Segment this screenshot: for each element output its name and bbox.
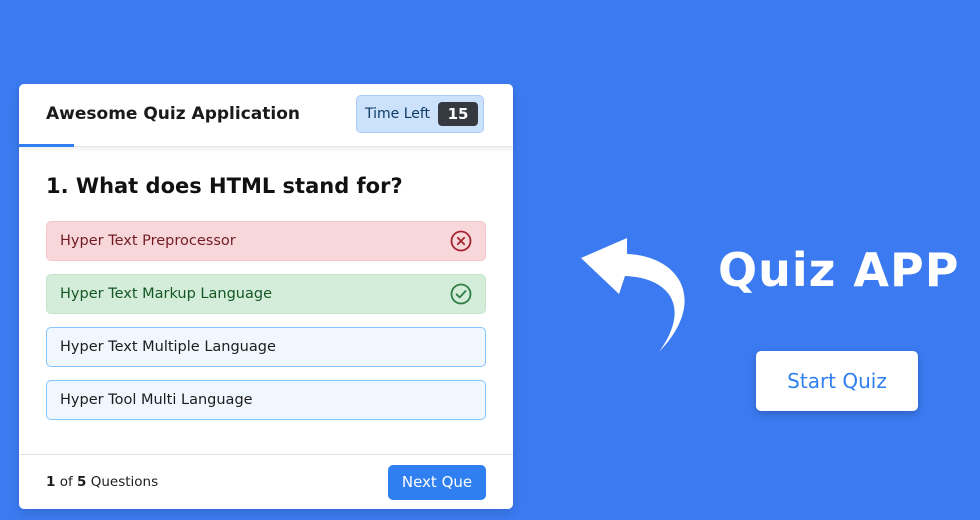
option[interactable]: Hyper Tool Multi Language	[46, 380, 486, 420]
option-label: Hyper Tool Multi Language	[60, 392, 253, 408]
option-correct[interactable]: Hyper Text Markup Language	[46, 274, 486, 314]
next-question-button[interactable]: Next Que	[388, 465, 486, 500]
timer: Time Left 15	[356, 95, 484, 133]
quiz-footer: 1 of 5 Questions Next Que	[19, 454, 513, 510]
app-title: Awesome Quiz Application	[46, 104, 300, 124]
total-question-count: 5	[77, 474, 87, 490]
timer-seconds: 15	[438, 102, 478, 126]
counter-suffix: Questions	[90, 474, 159, 490]
cross-icon	[450, 230, 472, 252]
timer-label: Time Left	[365, 106, 431, 122]
question-counter: 1 of 5 Questions	[46, 474, 158, 490]
curved-arrow-icon	[581, 238, 685, 352]
question-text: 1. What does HTML stand for?	[46, 174, 403, 198]
option-incorrect[interactable]: Hyper Text Preprocessor	[46, 221, 486, 261]
option[interactable]: Hyper Text Multiple Language	[46, 327, 486, 367]
quiz-box: Awesome Quiz Application Time Left 15 1.…	[19, 84, 513, 509]
start-quiz-button[interactable]: Start Quiz	[756, 351, 918, 411]
option-label: Hyper Text Multiple Language	[60, 339, 276, 355]
option-label: Hyper Text Preprocessor	[60, 233, 236, 249]
counter-of: of	[59, 474, 73, 490]
quiz-header: Awesome Quiz Application Time Left 15	[19, 84, 513, 147]
tick-icon	[450, 283, 472, 305]
current-question-number: 1	[46, 474, 56, 490]
time-progress-line	[19, 144, 74, 147]
option-label: Hyper Text Markup Language	[60, 286, 272, 302]
brand-title: Quiz APP	[718, 243, 960, 297]
